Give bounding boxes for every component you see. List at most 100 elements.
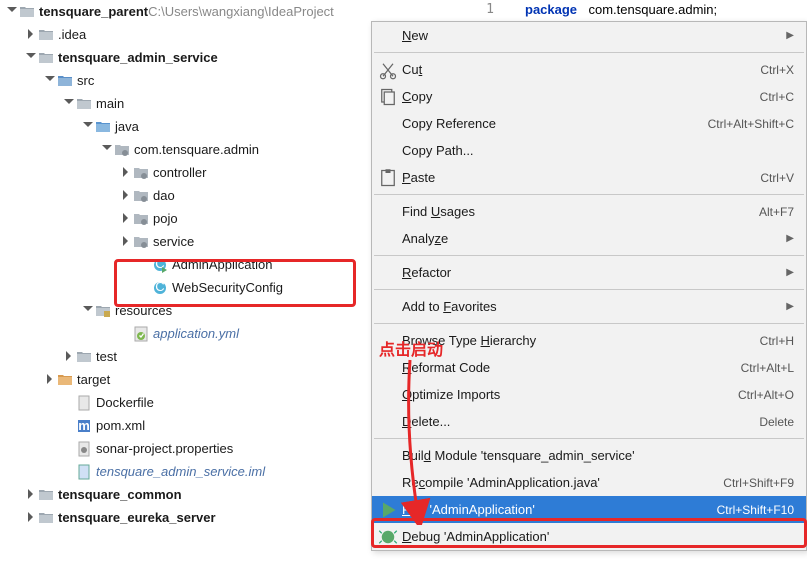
- spacer: [121, 329, 131, 339]
- menu-item-label: Recompile 'AdminApplication.java': [398, 475, 723, 490]
- menu-separator: [374, 289, 804, 290]
- menu-shortcut: Ctrl+Alt+L: [741, 361, 794, 375]
- menu-item[interactable]: CopyCtrl+C: [372, 83, 806, 110]
- package-icon: [133, 234, 149, 250]
- menu-shortcut: Ctrl+X: [760, 63, 794, 77]
- menu-item-label: Copy Path...: [398, 143, 794, 158]
- chevron-down-icon[interactable]: [83, 306, 93, 316]
- spacer: [140, 283, 150, 293]
- menu-item-label: Cut: [398, 62, 760, 77]
- tree-item-label: .idea: [58, 27, 86, 42]
- tree-item-label: tensquare_admin_service.iml: [96, 464, 265, 479]
- run-icon: [378, 500, 398, 520]
- spacer: [140, 260, 150, 270]
- chevron-right-icon[interactable]: [121, 191, 131, 201]
- chevron-right-icon[interactable]: [26, 513, 36, 523]
- menu-item-label: Build Module 'tensquare_admin_service': [398, 448, 794, 463]
- menu-item[interactable]: Debug 'AdminApplication': [372, 523, 806, 550]
- menu-item-label: Run 'AdminApplication': [398, 502, 717, 517]
- tree-item-label: tensquare_parent: [39, 4, 148, 19]
- file-gear-icon: [76, 441, 92, 457]
- menu-separator: [374, 52, 804, 53]
- yml-icon: [133, 326, 149, 342]
- chevron-right-icon[interactable]: [26, 490, 36, 500]
- package-icon: [133, 165, 149, 181]
- spacer: [64, 444, 74, 454]
- tree-item-label: com.tensquare.admin: [134, 142, 259, 157]
- menu-item[interactable]: Copy ReferenceCtrl+Alt+Shift+C: [372, 110, 806, 137]
- pom-icon: m: [76, 418, 92, 434]
- folder-icon: [19, 4, 35, 20]
- menu-item[interactable]: Find UsagesAlt+F7: [372, 198, 806, 225]
- folder-icon: [38, 487, 54, 503]
- menu-item-label: Refactor: [398, 265, 780, 280]
- menu-item[interactable]: Refactor▶: [372, 259, 806, 286]
- menu-item[interactable]: CutCtrl+X: [372, 56, 806, 83]
- package-icon: [114, 142, 130, 158]
- copy-icon: [378, 87, 398, 107]
- tree-item-label: target: [77, 372, 110, 387]
- menu-shortcut: Ctrl+Shift+F9: [723, 476, 794, 490]
- tree-item-label: controller: [153, 165, 206, 180]
- tree-item-label: tensquare_eureka_server: [58, 510, 216, 525]
- tree-item-label: java: [115, 119, 139, 134]
- tree-item-label: dao: [153, 188, 175, 203]
- chevron-down-icon[interactable]: [45, 76, 55, 86]
- tree-item-label: sonar-project.properties: [96, 441, 233, 456]
- chevron-right-icon[interactable]: [64, 352, 74, 362]
- chevron-right-icon[interactable]: [121, 237, 131, 247]
- chevron-down-icon[interactable]: [102, 145, 112, 155]
- chevron-down-icon[interactable]: [83, 122, 93, 132]
- chevron-right-icon[interactable]: [121, 168, 131, 178]
- file-blue-icon: [76, 464, 92, 480]
- tree-item-label: pojo: [153, 211, 178, 226]
- menu-shortcut: Ctrl+C: [760, 90, 794, 104]
- menu-item-label: Add to Favorites: [398, 299, 780, 314]
- chevron-right-icon[interactable]: [121, 214, 131, 224]
- tree-item-label: Dockerfile: [96, 395, 154, 410]
- tree-item[interactable]: tensquare_parent C:\Users\wangxiang\Idea…: [0, 0, 455, 23]
- menu-item[interactable]: PasteCtrl+V: [372, 164, 806, 191]
- menu-item-label: Paste: [398, 170, 760, 185]
- folder-icon: [76, 96, 92, 112]
- package-icon: [133, 188, 149, 204]
- menu-item[interactable]: Add to Favorites ▶: [372, 293, 806, 320]
- menu-shortcut: Ctrl+Shift+F10: [717, 503, 794, 517]
- keyword-package: package: [525, 2, 577, 17]
- menu-item-label: Debug 'AdminApplication': [398, 529, 794, 544]
- chevron-down-icon[interactable]: [7, 7, 17, 17]
- menu-item[interactable]: New▶: [372, 22, 806, 49]
- package-name: com.tensquare.admin;: [589, 2, 718, 17]
- folder-icon: [38, 50, 54, 66]
- chevron-down-icon[interactable]: [64, 99, 74, 109]
- menu-item[interactable]: Copy Path...: [372, 137, 806, 164]
- tree-item-label: resources: [115, 303, 172, 318]
- line-number: 1: [455, 0, 525, 20]
- menu-item[interactable]: Analyze▶: [372, 225, 806, 252]
- menu-item-label: New: [398, 28, 780, 43]
- menu-item-label: Optimize Imports: [398, 387, 738, 402]
- spacer: [64, 421, 74, 431]
- tree-item-label: tensquare_admin_service: [58, 50, 218, 65]
- chevron-down-icon[interactable]: [26, 53, 36, 63]
- paste-icon: [378, 168, 398, 188]
- debug-icon: [378, 527, 398, 547]
- chevron-right-icon[interactable]: [26, 30, 36, 40]
- tree-item-label: service: [153, 234, 194, 249]
- menu-item-label: Copy: [398, 89, 760, 104]
- menu-item-label: Analyze: [398, 231, 780, 246]
- submenu-arrow-icon: ▶: [786, 301, 794, 312]
- chevron-right-icon[interactable]: [45, 375, 55, 385]
- tree-item-label: src: [77, 73, 94, 88]
- folder-icon: [38, 510, 54, 526]
- folder-target-icon: [57, 372, 73, 388]
- menu-item-label: Delete...: [398, 414, 759, 429]
- menu-shortcut: Ctrl+Alt+Shift+C: [708, 117, 794, 131]
- class-icon: C: [152, 280, 168, 296]
- menu-shortcut: Ctrl+H: [760, 334, 794, 348]
- project-path: C:\Users\wangxiang\IdeaProject: [148, 4, 334, 19]
- folder-icon: [38, 27, 54, 43]
- svg-text:m: m: [78, 418, 90, 433]
- tree-item-label: AdminApplication: [172, 257, 272, 272]
- code-line: package com.tensquare.admin;: [525, 0, 807, 20]
